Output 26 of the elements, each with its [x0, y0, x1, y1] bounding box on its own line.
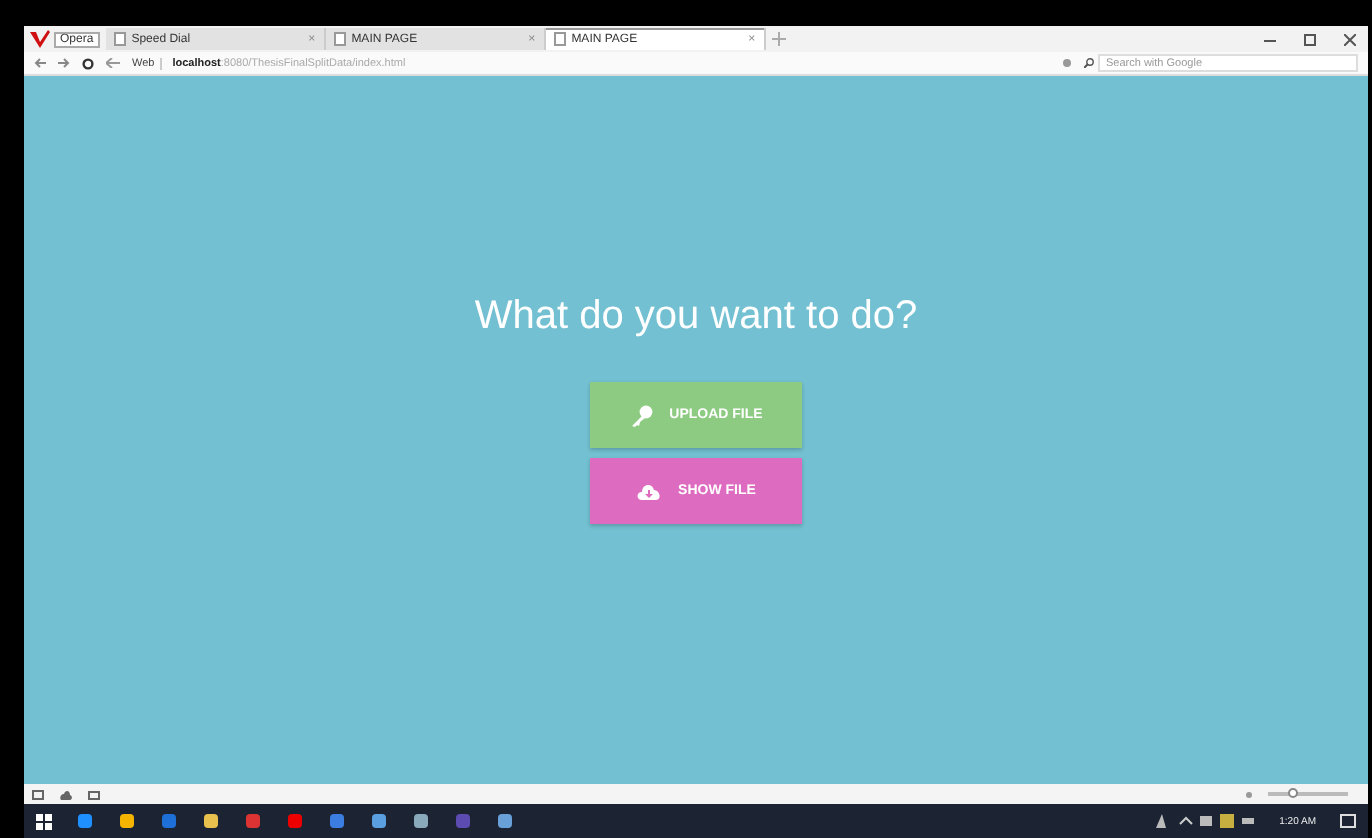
forward-icon[interactable]	[58, 58, 70, 68]
taskbar-app-icon[interactable]	[496, 812, 514, 830]
notification-icon[interactable]	[1340, 813, 1356, 829]
taskbar-app-icon[interactable]	[202, 812, 220, 830]
zoom-out-icon[interactable]	[1246, 791, 1252, 797]
taskbar-app-icon[interactable]	[370, 812, 388, 830]
page-icon	[553, 32, 566, 46]
opera-logo-icon[interactable]	[30, 30, 50, 48]
maximize-icon[interactable]	[1304, 33, 1316, 45]
search-icon	[1084, 58, 1094, 68]
cloud-download-icon	[636, 481, 663, 501]
taskbar-app-icon[interactable]	[76, 812, 94, 830]
key-icon	[629, 403, 654, 427]
cloud-icon[interactable]	[60, 789, 72, 799]
taskbar-app-icon[interactable]	[328, 812, 346, 830]
taskbar-app-icon[interactable]	[412, 812, 430, 830]
tray-icons-drawing[interactable]	[1155, 814, 1256, 828]
panel-icon[interactable]	[32, 789, 44, 799]
back-icon[interactable]	[34, 58, 46, 68]
close-icon[interactable]	[1344, 33, 1356, 45]
reload-icon[interactable]	[82, 57, 94, 69]
page-icon	[113, 32, 126, 46]
windows-start-icon[interactable]	[36, 813, 52, 829]
page-heading: What do you want to do?	[474, 294, 918, 340]
page-icon	[333, 32, 346, 46]
taskbar-app-icon[interactable]	[118, 812, 136, 830]
